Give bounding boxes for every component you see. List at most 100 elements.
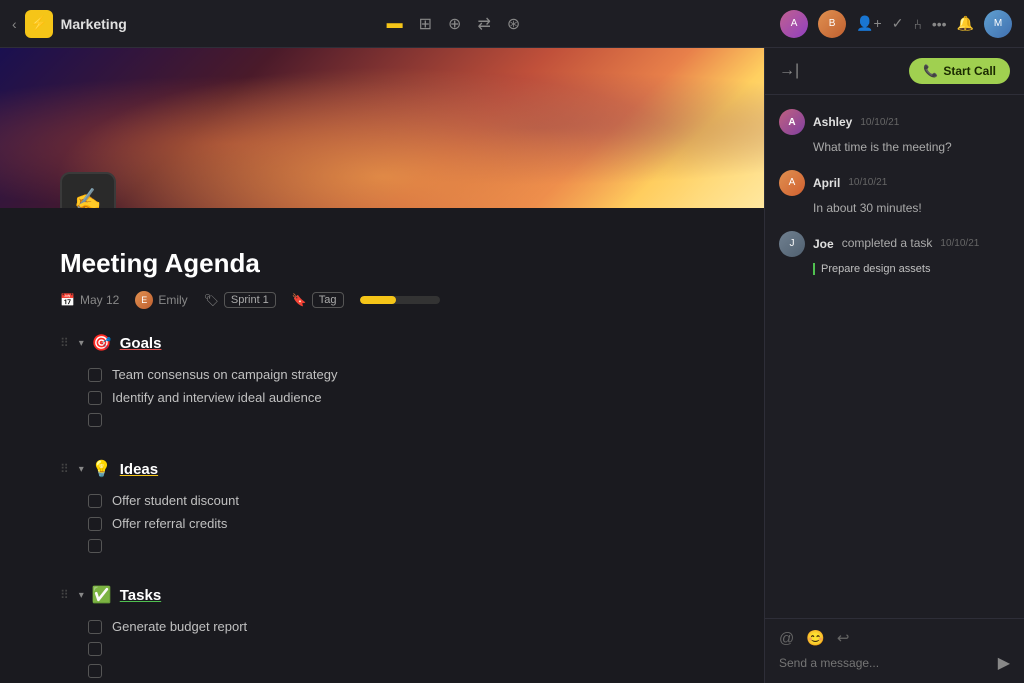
goals-collapse[interactable]: ▾: [79, 338, 84, 349]
page-content: Meeting Agenda 📅 May 12 E Emily 🏷 Sprint…: [0, 208, 764, 683]
message-input[interactable]: [779, 656, 990, 670]
back-button[interactable]: ‹: [12, 16, 17, 32]
message-time: 10/10/21: [860, 117, 899, 128]
settings-icon[interactable]: ⊛: [507, 14, 520, 34]
chat-collapse-button[interactable]: →|: [779, 62, 799, 80]
sender-name: April: [813, 176, 840, 190]
task-checkbox[interactable]: [88, 494, 102, 508]
task-checkbox[interactable]: [88, 517, 102, 531]
user-meta: E Emily: [135, 291, 187, 309]
nav-avatar-1[interactable]: A: [780, 10, 808, 38]
chat-message-april: A April 10/10/21 In about 30 minutes!: [779, 170, 1010, 217]
chat-panel: →| 📞 Start Call A Ashley 10/10/21 What t…: [764, 48, 1024, 683]
user-value[interactable]: Emily: [158, 293, 187, 307]
goals-section-header: ⠿ ▾ 🎯 Goals: [60, 333, 704, 353]
start-call-button[interactable]: 📞 Start Call: [909, 58, 1010, 84]
task-item: [88, 638, 704, 660]
page-icon-container: ✍️: [60, 172, 116, 208]
ideas-task-list: Offer student discount Offer referral cr…: [60, 489, 704, 557]
progress-container: [360, 296, 440, 304]
task-text[interactable]: Offer referral credits: [112, 516, 227, 531]
chat-messages: A Ashley 10/10/21 What time is the meeti…: [765, 95, 1024, 618]
page-meta: 📅 May 12 E Emily 🏷 Sprint 1 🔖 Tag: [60, 291, 704, 309]
task-checkbox[interactable]: [88, 368, 102, 382]
joe-avatar: J: [779, 231, 805, 257]
emoji-icon[interactable]: 😊: [806, 629, 825, 647]
task-checkbox[interactable]: [88, 620, 102, 634]
add-member-icon[interactable]: 👤+: [856, 15, 882, 32]
main-layout: ✍️ Meeting Agenda 📅 May 12 E Emily 🏷 Spr…: [0, 48, 1024, 683]
goals-task-list: Team consensus on campaign strategy Iden…: [60, 363, 704, 431]
send-button[interactable]: ▶: [998, 653, 1010, 673]
task-item: Generate budget report: [88, 615, 704, 638]
tasks-collapse[interactable]: ▾: [79, 590, 84, 601]
calendar-icon: 📅: [60, 293, 75, 307]
task-completed-ref: Prepare design assets: [813, 263, 1010, 275]
task-empty[interactable]: [88, 539, 102, 553]
more-icon[interactable]: •••: [932, 16, 947, 32]
chat-input-area: @ 😊 ↩ ▶: [765, 618, 1024, 683]
ashley-avatar: A: [779, 109, 805, 135]
message-header: A Ashley 10/10/21: [779, 109, 1010, 135]
tag2-meta: 🔖 Tag: [292, 292, 344, 308]
chat-message-ashley: A Ashley 10/10/21 What time is the meeti…: [779, 109, 1010, 156]
task-item: Offer referral credits: [88, 512, 704, 535]
share-icon[interactable]: ⇄: [477, 14, 490, 34]
at-icon[interactable]: @: [779, 630, 794, 647]
task-item: [88, 409, 704, 431]
sprint-tag[interactable]: Sprint 1: [224, 292, 276, 308]
workspace-title: Marketing: [61, 16, 127, 32]
goals-title: Goals: [120, 335, 162, 352]
nav-avatar-2[interactable]: B: [818, 10, 846, 38]
check-icon[interactable]: ✓: [892, 15, 904, 32]
chat-message-joe: J Joe completed a task 10/10/21 Prepare …: [779, 231, 1010, 275]
april-avatar: A: [779, 170, 805, 196]
ideas-title: Ideas: [120, 461, 158, 478]
message-time: 10/10/21: [940, 238, 979, 249]
sender-name: Ashley: [813, 115, 852, 129]
tasks-emoji: ✅: [92, 585, 112, 605]
task-text[interactable]: Generate budget report: [112, 619, 247, 634]
branch-icon[interactable]: ⑃: [913, 16, 921, 32]
task-reference: Prepare design assets: [779, 261, 1010, 275]
ideas-drag-handle[interactable]: ⠿: [60, 462, 69, 476]
ideas-collapse[interactable]: ▾: [79, 464, 84, 475]
bell-icon[interactable]: 🔔: [957, 15, 974, 32]
task-item: Team consensus on campaign strategy: [88, 363, 704, 386]
task-item: [88, 660, 704, 682]
message-time: 10/10/21: [848, 177, 887, 188]
list-view-icon[interactable]: ▬: [387, 15, 403, 33]
nav-left: ‹ ⚡ Marketing: [12, 10, 127, 38]
tag1-meta: 🏷 Sprint 1: [204, 292, 276, 308]
task-empty[interactable]: [88, 664, 102, 678]
date-value[interactable]: May 12: [80, 293, 119, 307]
reply-icon[interactable]: ↩: [837, 629, 850, 647]
tasks-drag-handle[interactable]: ⠿: [60, 588, 69, 602]
nav-toolbar: ▬ ⊞ ⊕ ⇄ ⊛: [127, 14, 780, 34]
page-icon[interactable]: ✍️: [60, 172, 116, 208]
tasks-section: ⠿ ▾ ✅ Tasks Generate budget report: [60, 585, 704, 682]
tag-icon: 🏷: [204, 293, 219, 307]
task-checkbox[interactable]: [88, 391, 102, 405]
ideas-emoji: 💡: [92, 459, 112, 479]
task-text[interactable]: Offer student discount: [112, 493, 239, 508]
sender-name: Joe: [813, 237, 834, 251]
tasks-task-list: Generate budget report: [60, 615, 704, 682]
chat-input-row: ▶: [779, 653, 1010, 673]
task-item: Identify and interview ideal audience: [88, 386, 704, 409]
hero-banner: ✍️: [0, 48, 764, 208]
grid-view-icon[interactable]: ⊞: [419, 14, 432, 34]
task-empty[interactable]: [88, 413, 102, 427]
tag2-icon: 🔖: [292, 293, 307, 307]
user-avatar[interactable]: M: [984, 10, 1012, 38]
app-logo: ⚡: [25, 10, 53, 38]
board-view-icon[interactable]: ⊕: [448, 14, 461, 34]
goals-drag-handle[interactable]: ⠿: [60, 336, 69, 350]
task-text[interactable]: Identify and interview ideal audience: [112, 390, 322, 405]
chat-input-icons: @ 😊 ↩: [779, 629, 1010, 647]
tag-label[interactable]: Tag: [312, 292, 344, 308]
task-empty[interactable]: [88, 642, 102, 656]
message-text: In about 30 minutes!: [779, 200, 1010, 217]
tasks-title: Tasks: [120, 587, 161, 604]
task-text[interactable]: Team consensus on campaign strategy: [112, 367, 337, 382]
